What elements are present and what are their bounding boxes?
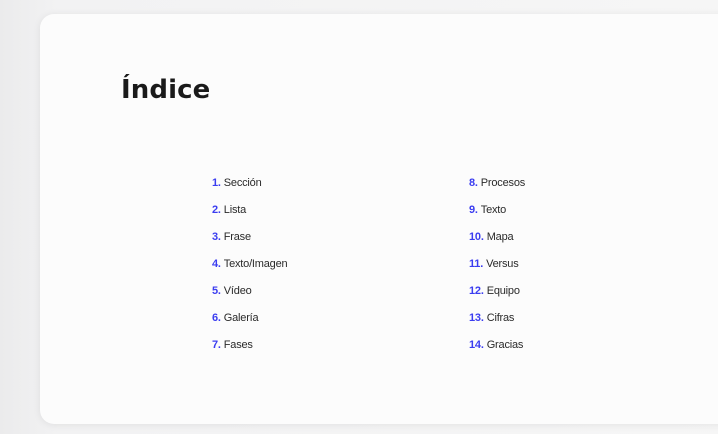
index-item-number: 14. bbox=[469, 338, 484, 351]
index-item-4[interactable]: 4. Texto/Imagen bbox=[212, 250, 382, 277]
index-item-number: 7. bbox=[212, 338, 221, 351]
index-item-label: Vídeo bbox=[223, 284, 252, 297]
index-item-label: Fases bbox=[223, 338, 253, 351]
index-left-column: 1. Sección 2. Lista 3. Frase 4. Texto/Im… bbox=[212, 169, 382, 358]
index-item-7[interactable]: 7. Fases bbox=[212, 331, 382, 358]
index-item-label: Versus bbox=[486, 257, 519, 270]
index-item-number: 5. bbox=[212, 284, 221, 297]
index-item-13[interactable]: 13. Cifras bbox=[469, 304, 639, 331]
index-item-label: Procesos bbox=[480, 176, 526, 189]
index-item-label: Texto/Imagen bbox=[223, 257, 288, 270]
index-item-label: Cifras bbox=[486, 311, 515, 324]
index-item-label: Galería bbox=[223, 311, 259, 324]
index-item-label: Mapa bbox=[486, 230, 514, 243]
index-item-number: 10. bbox=[469, 230, 484, 243]
index-item-10[interactable]: 10. Mapa bbox=[469, 223, 639, 250]
presentation-stage: Índice 1. Sección 2. Lista 3. Frase 4. T… bbox=[0, 0, 718, 434]
slide-title: Índice bbox=[121, 75, 211, 105]
index-item-number: 12. bbox=[469, 284, 484, 297]
index-item-label: Sección bbox=[223, 176, 262, 189]
index-right-column: 8. Procesos 9. Texto 10. Mapa 11. Versus… bbox=[469, 169, 639, 358]
index-item-label: Lista bbox=[223, 203, 247, 216]
index-item-14[interactable]: 14. Gracias bbox=[469, 331, 639, 358]
index-item-number: 9. bbox=[469, 203, 478, 216]
index-item-number: 4. bbox=[212, 257, 221, 270]
index-item-number: 3. bbox=[212, 230, 221, 243]
index-item-12[interactable]: 12. Equipo bbox=[469, 277, 639, 304]
index-item-1[interactable]: 1. Sección bbox=[212, 169, 382, 196]
index-item-number: 11. bbox=[469, 257, 484, 270]
index-item-3[interactable]: 3. Frase bbox=[212, 223, 382, 250]
index-item-number: 13. bbox=[469, 311, 484, 324]
index-item-label: Equipo bbox=[486, 284, 520, 297]
index-item-number: 6. bbox=[212, 311, 221, 324]
index-item-2[interactable]: 2. Lista bbox=[212, 196, 382, 223]
index-item-number: 1. bbox=[212, 176, 221, 189]
index-item-5[interactable]: 5. Vídeo bbox=[212, 277, 382, 304]
index-item-number: 2. bbox=[212, 203, 221, 216]
index-item-6[interactable]: 6. Galería bbox=[212, 304, 382, 331]
index-item-number: 8. bbox=[469, 176, 478, 189]
index-item-11[interactable]: 11. Versus bbox=[469, 250, 639, 277]
index-slide: Índice 1. Sección 2. Lista 3. Frase 4. T… bbox=[40, 14, 718, 424]
index-item-9[interactable]: 9. Texto bbox=[469, 196, 639, 223]
index-item-label: Gracias bbox=[486, 338, 524, 351]
index-item-label: Texto bbox=[480, 203, 507, 216]
index-item-8[interactable]: 8. Procesos bbox=[469, 169, 639, 196]
index-item-label: Frase bbox=[223, 230, 251, 243]
